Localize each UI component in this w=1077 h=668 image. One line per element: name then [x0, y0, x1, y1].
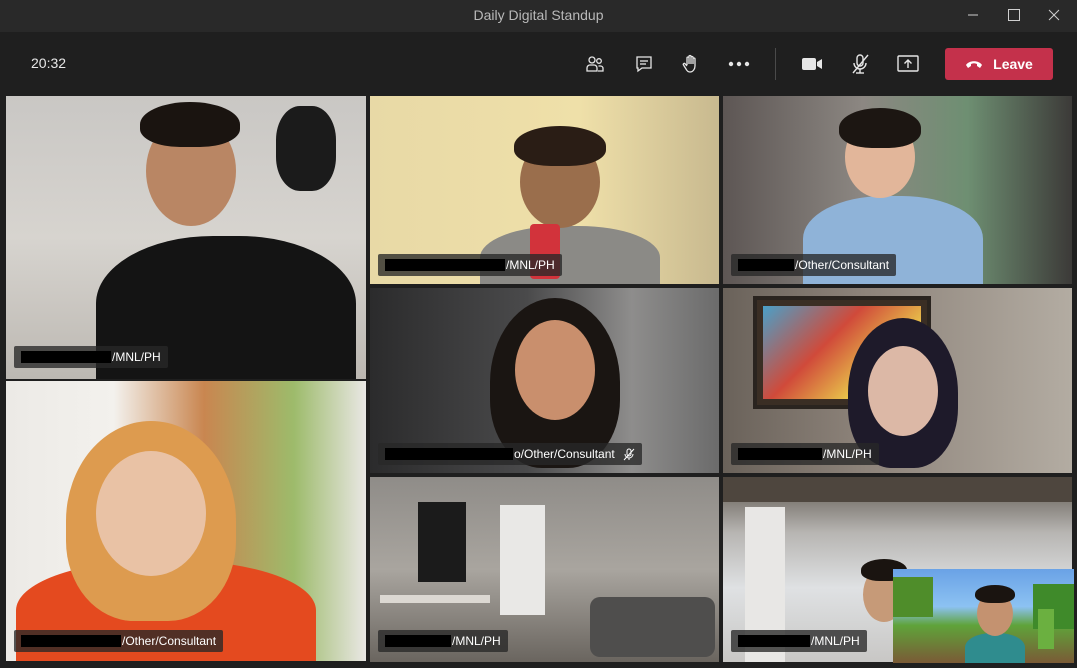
- raise-hand-icon: [682, 54, 696, 73]
- participants-icon: [586, 56, 604, 72]
- maximize-icon: [1008, 9, 1020, 21]
- participant-name: /MNL/PH: [452, 634, 501, 648]
- redacted-name: [21, 635, 121, 647]
- chat-icon: [636, 56, 652, 73]
- close-icon: [1048, 9, 1060, 21]
- video-tile[interactable]: /Other/Consultant: [6, 381, 366, 661]
- ceiling: [723, 477, 1072, 502]
- show-conversation-button[interactable]: [629, 49, 659, 79]
- raise-hand-button[interactable]: [676, 49, 706, 79]
- participant-name: /MNL/PH: [506, 258, 555, 272]
- redacted-name: [385, 635, 451, 647]
- minimize-button[interactable]: [953, 0, 993, 30]
- video-tile[interactable]: /MNL/PH: [6, 96, 366, 379]
- participant-video: [16, 411, 316, 661]
- self-view-video[interactable]: [893, 569, 1074, 663]
- close-button[interactable]: [1034, 0, 1074, 30]
- mic-muted-icon: [852, 54, 869, 74]
- leave-button[interactable]: Leave: [945, 48, 1053, 80]
- participant-name-tag: /Other/Consultant: [731, 254, 897, 276]
- redacted-name: [738, 635, 810, 647]
- title-bar: Daily Digital Standup: [0, 0, 1077, 32]
- video-tile[interactable]: /MNL/PH: [723, 288, 1072, 473]
- participant-video: [66, 96, 366, 379]
- participant-name-tag: /MNL/PH: [14, 346, 168, 368]
- camera-icon: [802, 58, 822, 70]
- minimize-icon: [968, 14, 978, 16]
- doorway: [500, 505, 545, 615]
- participant-muted-icon: [623, 448, 635, 461]
- participant-name: /MNL/PH: [112, 350, 161, 364]
- share-screen-button[interactable]: [893, 49, 923, 79]
- television: [418, 502, 466, 582]
- participant-name-tag: /MNL/PH: [731, 630, 867, 652]
- meeting-duration: 20:32: [31, 55, 67, 71]
- tv-stand: [380, 595, 490, 603]
- toolbar-divider: [775, 48, 776, 80]
- redacted-name: [385, 448, 513, 460]
- participant-name-tag: o/Other/Consultant: [378, 443, 642, 465]
- video-tile[interactable]: /MNL/PH: [370, 96, 719, 284]
- video-tile[interactable]: /Other/Consultant: [723, 96, 1072, 284]
- participant-name-tag: /MNL/PH: [378, 254, 562, 276]
- participant-name-tag: /MNL/PH: [378, 630, 508, 652]
- camera-toggle-button[interactable]: [797, 49, 827, 79]
- participant-name: /MNL/PH: [811, 634, 860, 648]
- hang-up-icon: [966, 61, 983, 68]
- blocky-character: [1038, 609, 1054, 649]
- more-actions-button[interactable]: [724, 49, 754, 79]
- participant-name: /Other/Consultant: [122, 634, 217, 648]
- participant-video: [965, 581, 1025, 663]
- maximize-button[interactable]: [994, 0, 1034, 30]
- block-tree: [893, 577, 933, 617]
- share-screen-icon: [897, 55, 919, 72]
- redacted-name: [21, 351, 111, 363]
- participant-name: /Other/Consultant: [795, 258, 890, 272]
- redacted-name: [385, 259, 505, 271]
- redacted-name: [738, 259, 794, 271]
- window-title: Daily Digital Standup: [473, 7, 604, 23]
- participant-name-tag: /Other/Consultant: [14, 630, 224, 652]
- video-tile[interactable]: /MNL/PH: [370, 477, 719, 662]
- mic-toggle-button[interactable]: [845, 49, 875, 79]
- leave-label: Leave: [993, 56, 1033, 72]
- show-participants-button[interactable]: [580, 49, 610, 79]
- bed: [590, 597, 715, 657]
- participant-name-tag: /MNL/PH: [731, 443, 879, 465]
- video-tile[interactable]: o/Other/Consultant: [370, 288, 719, 473]
- redacted-name: [738, 448, 822, 460]
- participant-name: o/Other/Consultant: [514, 447, 615, 461]
- more-options-icon: [728, 61, 750, 67]
- participant-name: /MNL/PH: [823, 447, 872, 461]
- meeting-control-bar: 20:32 Leave: [0, 32, 1077, 94]
